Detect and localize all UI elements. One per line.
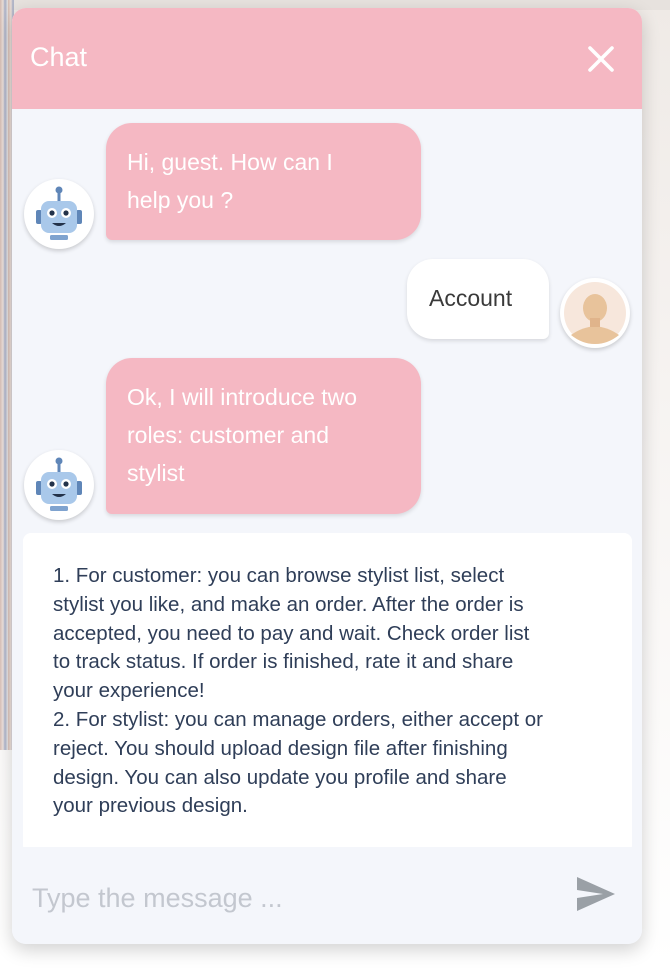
bot-info-card: 1. For customer: you can browse stylist … xyxy=(23,533,632,853)
close-button[interactable] xyxy=(586,44,616,74)
chat-title: Chat xyxy=(30,42,88,72)
close-icon xyxy=(588,46,614,72)
message-text-line: Hi, guest. How can I xyxy=(127,149,333,175)
info-text-line: reject. You should upload design file af… xyxy=(53,736,508,760)
chat-window: Chat Hi, guest. How can I help you ? Acc… xyxy=(12,8,642,944)
message-text-line: roles: customer and xyxy=(127,422,329,448)
info-text-line: 1. For customer: you can browse stylist … xyxy=(53,564,505,587)
bot-avatar xyxy=(24,179,94,249)
message-text-line: Ok, I will introduce two xyxy=(127,384,358,410)
user-avatar-icon xyxy=(564,282,626,344)
chat-header: Chat xyxy=(12,8,642,109)
bot-message-bubble: Hi, guest. How can I help you ? xyxy=(106,123,421,240)
message-text-line: help you ? xyxy=(127,187,234,213)
send-button[interactable] xyxy=(575,875,617,913)
info-text-line: to track status. If order is finished, r… xyxy=(53,650,514,674)
info-text-line: stylist you like, and make an order. Aft… xyxy=(53,592,524,616)
bot-avatar xyxy=(24,450,94,520)
info-text-line: accepted, you need to pay and wait. Chec… xyxy=(53,621,530,645)
bot-message-bubble: Ok, I will introduce two roles: customer… xyxy=(106,358,421,514)
user-avatar xyxy=(560,278,630,348)
info-text-line: your previous design. xyxy=(53,794,248,818)
info-text-line: your experience! xyxy=(53,679,205,703)
robot-icon xyxy=(36,186,82,240)
message-input-bar xyxy=(12,847,642,944)
info-text-line: design. You can also update you profile … xyxy=(53,765,507,789)
user-message-bubble: Account xyxy=(407,259,549,339)
robot-icon xyxy=(36,457,82,511)
info-text-line: 2. For stylist: you can manage orders, e… xyxy=(53,707,543,731)
message-input[interactable] xyxy=(30,877,554,919)
message-text-line: Account xyxy=(429,285,513,311)
send-icon xyxy=(577,877,615,911)
message-text-line: stylist xyxy=(127,460,185,486)
